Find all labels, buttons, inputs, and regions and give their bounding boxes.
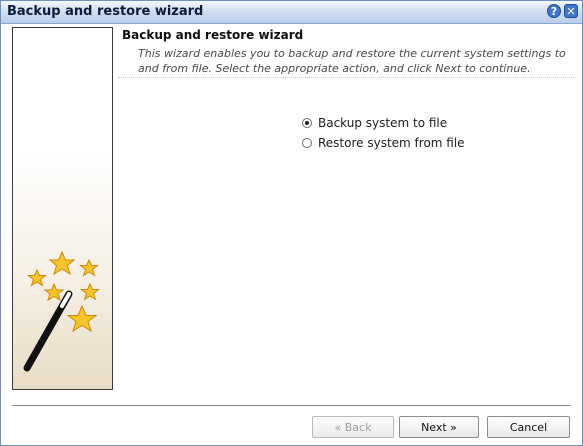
cancel-button[interactable]: Cancel [487, 416, 570, 438]
close-icon[interactable]: ✕ [564, 4, 578, 18]
backup-option-label: Backup system to file [318, 116, 448, 130]
footer-divider [12, 405, 571, 406]
restore-option[interactable]: Restore system from file [302, 134, 465, 152]
backup-option[interactable]: Backup system to file [302, 114, 447, 132]
back-button[interactable]: « Back [312, 416, 394, 438]
wizard-side-panel [12, 27, 113, 390]
header-divider [118, 77, 576, 78]
page-title: Backup and restore wizard [122, 28, 304, 42]
restore-option-label: Restore system from file [318, 136, 465, 150]
page-description: This wizard enables you to backup and re… [138, 47, 566, 75]
title-bar: Backup and restore wizard ? ✕ [1, 1, 582, 24]
wizard-window: Backup and restore wizard ? ✕ Backup and… [0, 0, 583, 446]
backup-radio[interactable] [302, 118, 312, 128]
restore-radio[interactable] [302, 138, 312, 148]
magic-wand-icon [23, 250, 100, 372]
window-title: Backup and restore wizard [7, 4, 204, 19]
next-button[interactable]: Next » [399, 416, 479, 438]
help-icon[interactable]: ? [547, 4, 561, 18]
